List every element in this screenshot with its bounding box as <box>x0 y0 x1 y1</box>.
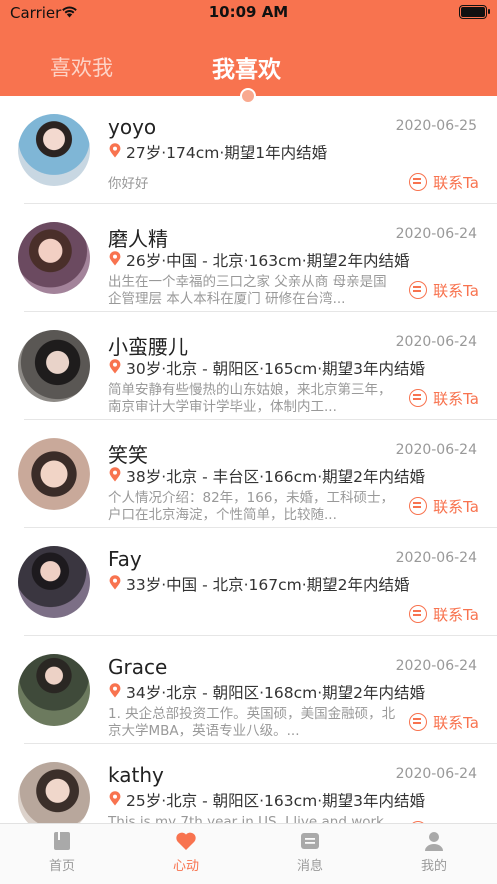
user-name: Fay <box>108 547 142 571</box>
location-pin-icon <box>109 575 121 590</box>
user-info: 38岁·北京 - 丰台区·166cm·期望2年内结婚 <box>126 468 426 486</box>
list-item[interactable]: 磨人精 2020-06-24 26岁·中国 - 北京·163cm·期望2年内结婚… <box>0 204 497 312</box>
tab-likes-me[interactable]: 喜欢我 <box>50 52 113 82</box>
avatar[interactable] <box>18 222 90 294</box>
user-info: 34岁·北京 - 朝阳区·168cm·期望2年内结婚 <box>126 684 426 702</box>
contact-button[interactable]: 联系Ta <box>409 712 479 732</box>
contact-button[interactable]: 联系Ta <box>409 388 479 408</box>
liked-date: 2020-06-24 <box>395 550 477 566</box>
status-time: 10:09 AM <box>208 3 289 21</box>
chat-bubble-icon <box>409 605 428 623</box>
tab-indicator <box>240 88 256 104</box>
tab-label: 心动 <box>172 859 199 874</box>
liked-date: 2020-06-24 <box>395 334 477 350</box>
location-pin-icon <box>109 467 121 482</box>
contact-button[interactable]: 联系Ta <box>409 172 479 192</box>
user-intro: 个人情况介绍：82年，166，未婚，工科硕士，户口在北京海淀，个性简单，比较随.… <box>108 490 394 523</box>
avatar[interactable] <box>18 114 90 186</box>
user-intro: This is my 7th year in US. I live and wo… <box>108 814 384 823</box>
liked-date: 2020-06-24 <box>395 442 477 458</box>
list-item[interactable]: 笑笑 2020-06-24 38岁·北京 - 丰台区·166cm·期望2年内结婚… <box>0 420 497 528</box>
person-icon <box>425 832 443 851</box>
user-info: 33岁·中国 - 北京·167cm·期望2年内结婚 <box>126 576 410 594</box>
tab-label: 消息 <box>296 859 323 874</box>
user-intro: 出生在一个幸福的三口之家 父亲从商 母亲是国企管理层 本人本科在厦门 研修在台湾… <box>108 274 387 307</box>
location-pin-icon <box>109 143 121 158</box>
tab-profile[interactable]: 我的 <box>372 830 496 874</box>
user-intro: 1. 央企总部投资工作。英国硕，美国金融硕，北京大学MBA，英语专业八级。... <box>108 706 396 739</box>
avatar[interactable] <box>18 654 90 726</box>
contact-label: 联系Ta <box>433 605 479 624</box>
header: Carrier 10:09 AM 喜欢我 我喜欢 <box>0 0 497 96</box>
tab-label: 首页 <box>48 859 75 874</box>
status-bar: Carrier 10:09 AM <box>0 0 497 26</box>
user-name: 小蛮腰儿 <box>108 335 188 359</box>
tab-i-like[interactable]: 我喜欢 <box>212 50 281 84</box>
bottom-tab-bar: 首页 心动 消息 我的 <box>0 823 497 884</box>
liked-date: 2020-06-24 <box>395 766 477 782</box>
list-item[interactable]: Fay 2020-06-24 33岁·中国 - 北京·167cm·期望2年内结婚… <box>0 528 497 636</box>
list-item[interactable]: Grace 2020-06-24 34岁·北京 - 朝阳区·168cm·期望2年… <box>0 636 497 744</box>
chat-bubble-icon <box>409 389 428 407</box>
battery-icon <box>459 5 490 19</box>
liked-user-list[interactable]: yoyo 2020-06-25 27岁·174cm·期望1年内结婚 你好好 联系… <box>0 96 497 823</box>
contact-label: 联系Ta <box>433 173 479 192</box>
tab-home[interactable]: 首页 <box>0 830 124 874</box>
liked-date: 2020-06-25 <box>395 118 477 134</box>
user-name: 磨人精 <box>108 227 168 251</box>
user-info: 25岁·北京 - 朝阳区·163cm·期望3年内结婚 <box>126 792 426 810</box>
heart-icon <box>176 832 196 850</box>
chat-bubble-icon <box>409 497 428 515</box>
tab-messages[interactable]: 消息 <box>248 830 372 874</box>
chat-bubble-icon <box>409 713 428 731</box>
list-item[interactable]: yoyo 2020-06-25 27岁·174cm·期望1年内结婚 你好好 联系… <box>0 96 497 204</box>
location-pin-icon <box>109 359 121 374</box>
contact-label: 联系Ta <box>433 281 479 300</box>
user-intro: 简单安静有些慢热的山东姑娘，来北京第三年，南京审计大学审计学毕业，体制内工... <box>108 382 392 415</box>
contact-label: 联系Ta <box>433 389 479 408</box>
user-name: yoyo <box>108 115 157 139</box>
liked-date: 2020-06-24 <box>395 658 477 674</box>
chat-bubble-icon <box>409 281 428 299</box>
location-pin-icon <box>109 251 121 266</box>
contact-label: 联系Ta <box>433 497 479 516</box>
contact-label: 联系Ta <box>433 713 479 732</box>
location-pin-icon <box>109 791 121 806</box>
user-info: 26岁·中国 - 北京·163cm·期望2年内结婚 <box>126 252 410 270</box>
list-item[interactable]: 小蛮腰儿 2020-06-24 30岁·北京 - 朝阳区·165cm·期望3年内… <box>0 312 497 420</box>
avatar[interactable] <box>18 330 90 402</box>
contact-button[interactable]: 联系Ta <box>409 496 479 516</box>
location-pin-icon <box>109 683 121 698</box>
avatar[interactable] <box>18 438 90 510</box>
message-icon <box>301 833 319 849</box>
list-item[interactable]: kathy 2020-06-24 25岁·北京 - 朝阳区·163cm·期望3年… <box>0 744 497 823</box>
tab-heartbeat[interactable]: 心动 <box>124 830 248 874</box>
avatar[interactable] <box>18 762 90 823</box>
contact-button[interactable]: 联系Ta <box>409 280 479 300</box>
user-info: 27岁·174cm·期望1年内结婚 <box>126 144 328 162</box>
chat-bubble-icon <box>409 173 428 191</box>
liked-date: 2020-06-24 <box>395 226 477 242</box>
contact-button[interactable]: 联系Ta <box>409 604 479 624</box>
book-icon <box>54 832 70 850</box>
user-intro: 你好好 <box>108 176 149 192</box>
user-info: 30岁·北京 - 朝阳区·165cm·期望3年内结婚 <box>126 360 426 378</box>
tab-label: 我的 <box>420 859 447 874</box>
user-name: 笑笑 <box>108 443 148 467</box>
avatar[interactable] <box>18 546 90 618</box>
user-name: Grace <box>108 655 168 679</box>
user-name: kathy <box>108 763 164 787</box>
